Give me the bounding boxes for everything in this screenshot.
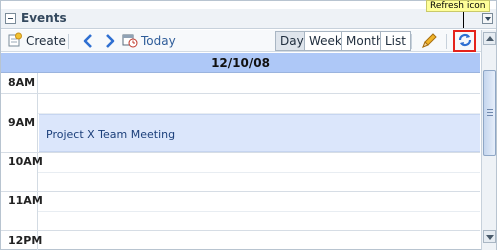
calendar-today-icon xyxy=(122,32,138,51)
hour-label-8am: 8AM xyxy=(8,76,36,89)
callout-pointer-line xyxy=(463,12,464,28)
toolbar-separator xyxy=(446,34,447,49)
scroll-up-icon[interactable] xyxy=(483,32,496,45)
events-panel: Events Create Today Day Week Month List … xyxy=(0,0,497,250)
refresh-icon-callout: Refresh icon xyxy=(426,0,490,12)
thumb-grip xyxy=(487,109,493,110)
scroll-thumb[interactable] xyxy=(483,70,496,156)
date-header: 12/10/08 xyxy=(1,53,480,73)
hour-divider xyxy=(1,191,480,192)
hour-label-9am: 9AM xyxy=(8,116,36,129)
edit-pencil-icon[interactable] xyxy=(420,32,438,50)
toolbar-separator xyxy=(68,34,69,49)
create-label: Create xyxy=(26,34,66,48)
hour-divider xyxy=(1,230,480,231)
panel-header: Events xyxy=(1,9,496,29)
refresh-icon xyxy=(457,32,473,51)
hour-label-12pm: 12PM xyxy=(8,234,43,247)
scroll-down-icon[interactable] xyxy=(483,230,496,243)
thumb-grip xyxy=(487,115,493,116)
event-title: Project X Team Meeting xyxy=(46,128,176,141)
hour-label-10am: 10AM xyxy=(8,155,43,168)
event-block[interactable]: Project X Team Meeting xyxy=(39,114,480,152)
toolbar: Create Today Day Week Month List xyxy=(1,30,496,52)
refresh-button[interactable] xyxy=(453,30,476,52)
hour-divider xyxy=(1,152,480,153)
menu-dropdown-icon[interactable] xyxy=(482,13,493,24)
thumb-grip xyxy=(487,112,493,113)
today-button[interactable]: Today xyxy=(122,32,176,50)
half-hour-divider xyxy=(38,172,480,173)
collapse-icon[interactable] xyxy=(5,13,16,24)
next-arrow-icon[interactable] xyxy=(103,32,117,50)
today-label: Today xyxy=(141,34,176,48)
half-hour-divider xyxy=(38,211,480,212)
create-button[interactable]: Create xyxy=(7,32,66,50)
view-list-button[interactable]: List xyxy=(380,31,411,51)
create-icon xyxy=(7,32,23,51)
panel-title: Events xyxy=(21,11,67,25)
hour-label-11am: 11AM xyxy=(8,194,43,207)
hour-divider xyxy=(1,93,480,94)
prev-arrow-icon[interactable] xyxy=(81,32,95,50)
day-grid: 8AM 9AM 10AM 11AM 12PM Project X Team Me… xyxy=(1,73,480,250)
toolbar-separator xyxy=(411,34,412,49)
vertical-scrollbar[interactable] xyxy=(481,30,496,250)
